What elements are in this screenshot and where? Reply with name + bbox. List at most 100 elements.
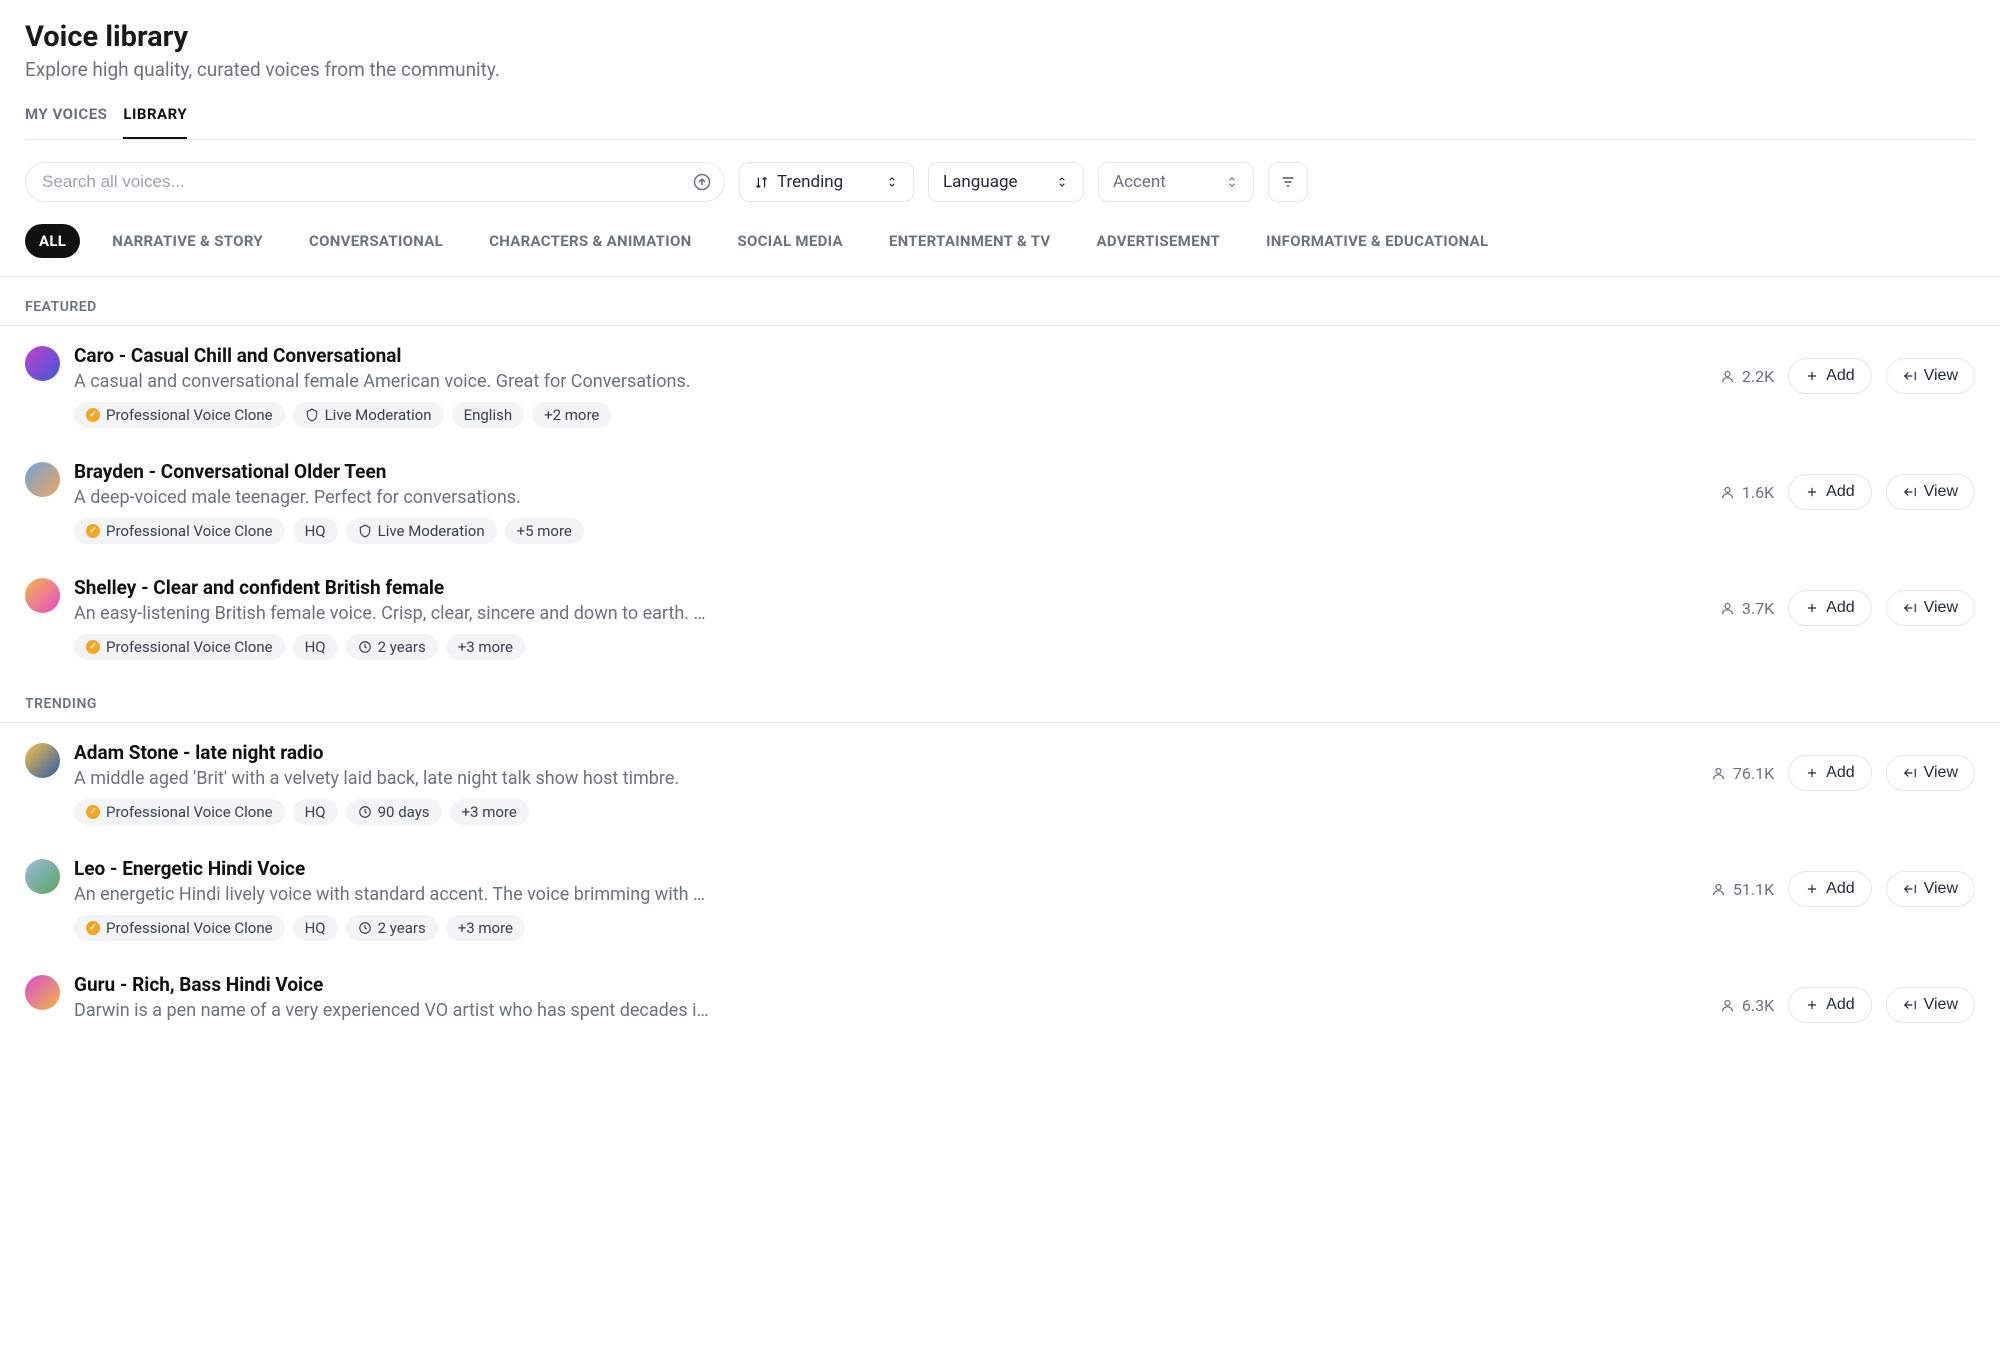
add-button[interactable]: Add [1788, 590, 1871, 626]
plus-icon [1805, 369, 1819, 383]
plus-icon [1805, 601, 1819, 615]
sort-icon [754, 175, 769, 190]
user-icon [1720, 998, 1735, 1013]
chevron-updown-icon [1055, 175, 1069, 189]
add-button[interactable]: Add [1788, 474, 1871, 510]
voice-row: Leo - Energetic Hindi Voice An energetic… [0, 839, 2000, 955]
add-button[interactable]: Add [1788, 871, 1871, 907]
tag-more[interactable]: +3 more [446, 634, 525, 660]
clock-icon [358, 921, 372, 935]
voice-name[interactable]: Adam Stone - late night radio [74, 741, 1697, 764]
tag-more[interactable]: +5 more [505, 518, 584, 544]
category-entertainment[interactable]: ENTERTAINMENT & TV [875, 224, 1065, 258]
voice-name[interactable]: Shelley - Clear and confident British fe… [74, 576, 1706, 599]
tag-more[interactable]: +2 more [532, 402, 611, 428]
usage-count: 2.2K [1720, 367, 1774, 386]
voice-row: Guru - Rich, Bass Hindi Voice Darwin is … [0, 955, 2000, 1045]
view-icon [1903, 485, 1917, 499]
user-icon [1711, 766, 1726, 781]
voice-row: Brayden - Conversational Older Teen A de… [0, 442, 2000, 558]
sort-label: Trending [777, 172, 843, 192]
tag-hq: HQ [293, 518, 338, 544]
verified-icon: ✓ [86, 640, 100, 654]
add-button[interactable]: Add [1788, 358, 1871, 394]
tag-more[interactable]: +3 more [450, 799, 529, 825]
tag-more[interactable]: +3 more [446, 915, 525, 941]
verified-icon: ✓ [86, 921, 100, 935]
category-social[interactable]: SOCIAL MEDIA [723, 224, 856, 258]
verified-icon: ✓ [86, 805, 100, 819]
upload-icon[interactable] [693, 173, 711, 191]
category-advertisement[interactable]: ADVERTISEMENT [1083, 224, 1235, 258]
view-button[interactable]: View [1886, 871, 1975, 907]
avatar[interactable] [25, 975, 60, 1010]
tab-my-voices[interactable]: MY VOICES [25, 105, 107, 139]
view-icon [1903, 601, 1917, 615]
avatar[interactable] [25, 859, 60, 894]
category-all[interactable]: ALL [25, 224, 80, 258]
usage-count: 3.7K [1720, 599, 1774, 618]
voice-desc: An easy-listening British female voice. … [74, 603, 714, 624]
view-button[interactable]: View [1886, 474, 1975, 510]
page-subtitle: Explore high quality, curated voices fro… [25, 58, 1975, 81]
filter-button[interactable] [1268, 162, 1308, 202]
category-informative[interactable]: INFORMATIVE & EDUCATIONAL [1252, 224, 1502, 258]
voice-name[interactable]: Caro - Casual Chill and Conversational [74, 344, 1706, 367]
category-characters[interactable]: CHARACTERS & ANIMATION [475, 224, 705, 258]
search-input[interactable] [25, 162, 725, 202]
tag-professional: ✓ Professional Voice Clone [74, 518, 285, 544]
search-wrap [25, 162, 725, 202]
avatar[interactable] [25, 346, 60, 381]
tag-live-moderation: Live Moderation [293, 402, 444, 428]
trending-list: Adam Stone - late night radio A middle a… [0, 722, 2000, 1045]
tabs: MY VOICES LIBRARY [25, 105, 1975, 140]
sort-select[interactable]: Trending [739, 162, 914, 202]
avatar[interactable] [25, 743, 60, 778]
view-button[interactable]: View [1886, 987, 1975, 1023]
view-button[interactable]: View [1886, 755, 1975, 791]
view-button[interactable]: View [1886, 358, 1975, 394]
tag-professional: ✓ Professional Voice Clone [74, 799, 285, 825]
accent-select[interactable]: Accent [1098, 162, 1254, 202]
view-icon [1903, 766, 1917, 780]
tag-hq: HQ [293, 915, 338, 941]
page-title: Voice library [25, 20, 1975, 54]
voice-name[interactable]: Guru - Rich, Bass Hindi Voice [74, 973, 1706, 996]
view-icon [1903, 882, 1917, 896]
avatar[interactable] [25, 578, 60, 613]
avatar[interactable] [25, 462, 60, 497]
tab-library[interactable]: LIBRARY [123, 105, 187, 139]
voice-desc: A deep-voiced male teenager. Perfect for… [74, 487, 714, 508]
category-narrative[interactable]: NARRATIVE & STORY [98, 224, 277, 258]
tag-professional: ✓ Professional Voice Clone [74, 915, 285, 941]
usage-count: 6.3K [1720, 996, 1774, 1015]
view-button[interactable]: View [1886, 590, 1975, 626]
tag-hq: HQ [293, 799, 338, 825]
accent-label: Accent [1113, 172, 1166, 192]
voice-name[interactable]: Leo - Energetic Hindi Voice [74, 857, 1697, 880]
voice-name[interactable]: Brayden - Conversational Older Teen [74, 460, 1706, 483]
tag-time: 90 days [346, 799, 442, 825]
tag-time: 2 years [346, 915, 438, 941]
category-conversational[interactable]: CONVERSATIONAL [295, 224, 457, 258]
language-select[interactable]: Language [928, 162, 1084, 202]
add-button[interactable]: Add [1788, 755, 1871, 791]
shield-icon [358, 524, 372, 538]
add-button[interactable]: Add [1788, 987, 1871, 1023]
tag-hq: HQ [293, 634, 338, 660]
section-featured-label: FEATURED [0, 277, 2000, 325]
verified-icon: ✓ [86, 524, 100, 538]
voice-row: Caro - Casual Chill and Conversational A… [0, 326, 2000, 442]
shield-icon [305, 408, 319, 422]
usage-count: 76.1K [1711, 764, 1774, 783]
tag-live-moderation: Live Moderation [346, 518, 497, 544]
section-trending-label: TRENDING [0, 674, 2000, 722]
user-icon [1711, 882, 1726, 897]
voice-desc: A casual and conversational female Ameri… [74, 371, 714, 392]
plus-icon [1805, 998, 1819, 1012]
voice-desc: An energetic Hindi lively voice with sta… [74, 884, 714, 905]
clock-icon [358, 640, 372, 654]
user-icon [1720, 485, 1735, 500]
filter-icon [1280, 174, 1296, 190]
plus-icon [1805, 766, 1819, 780]
